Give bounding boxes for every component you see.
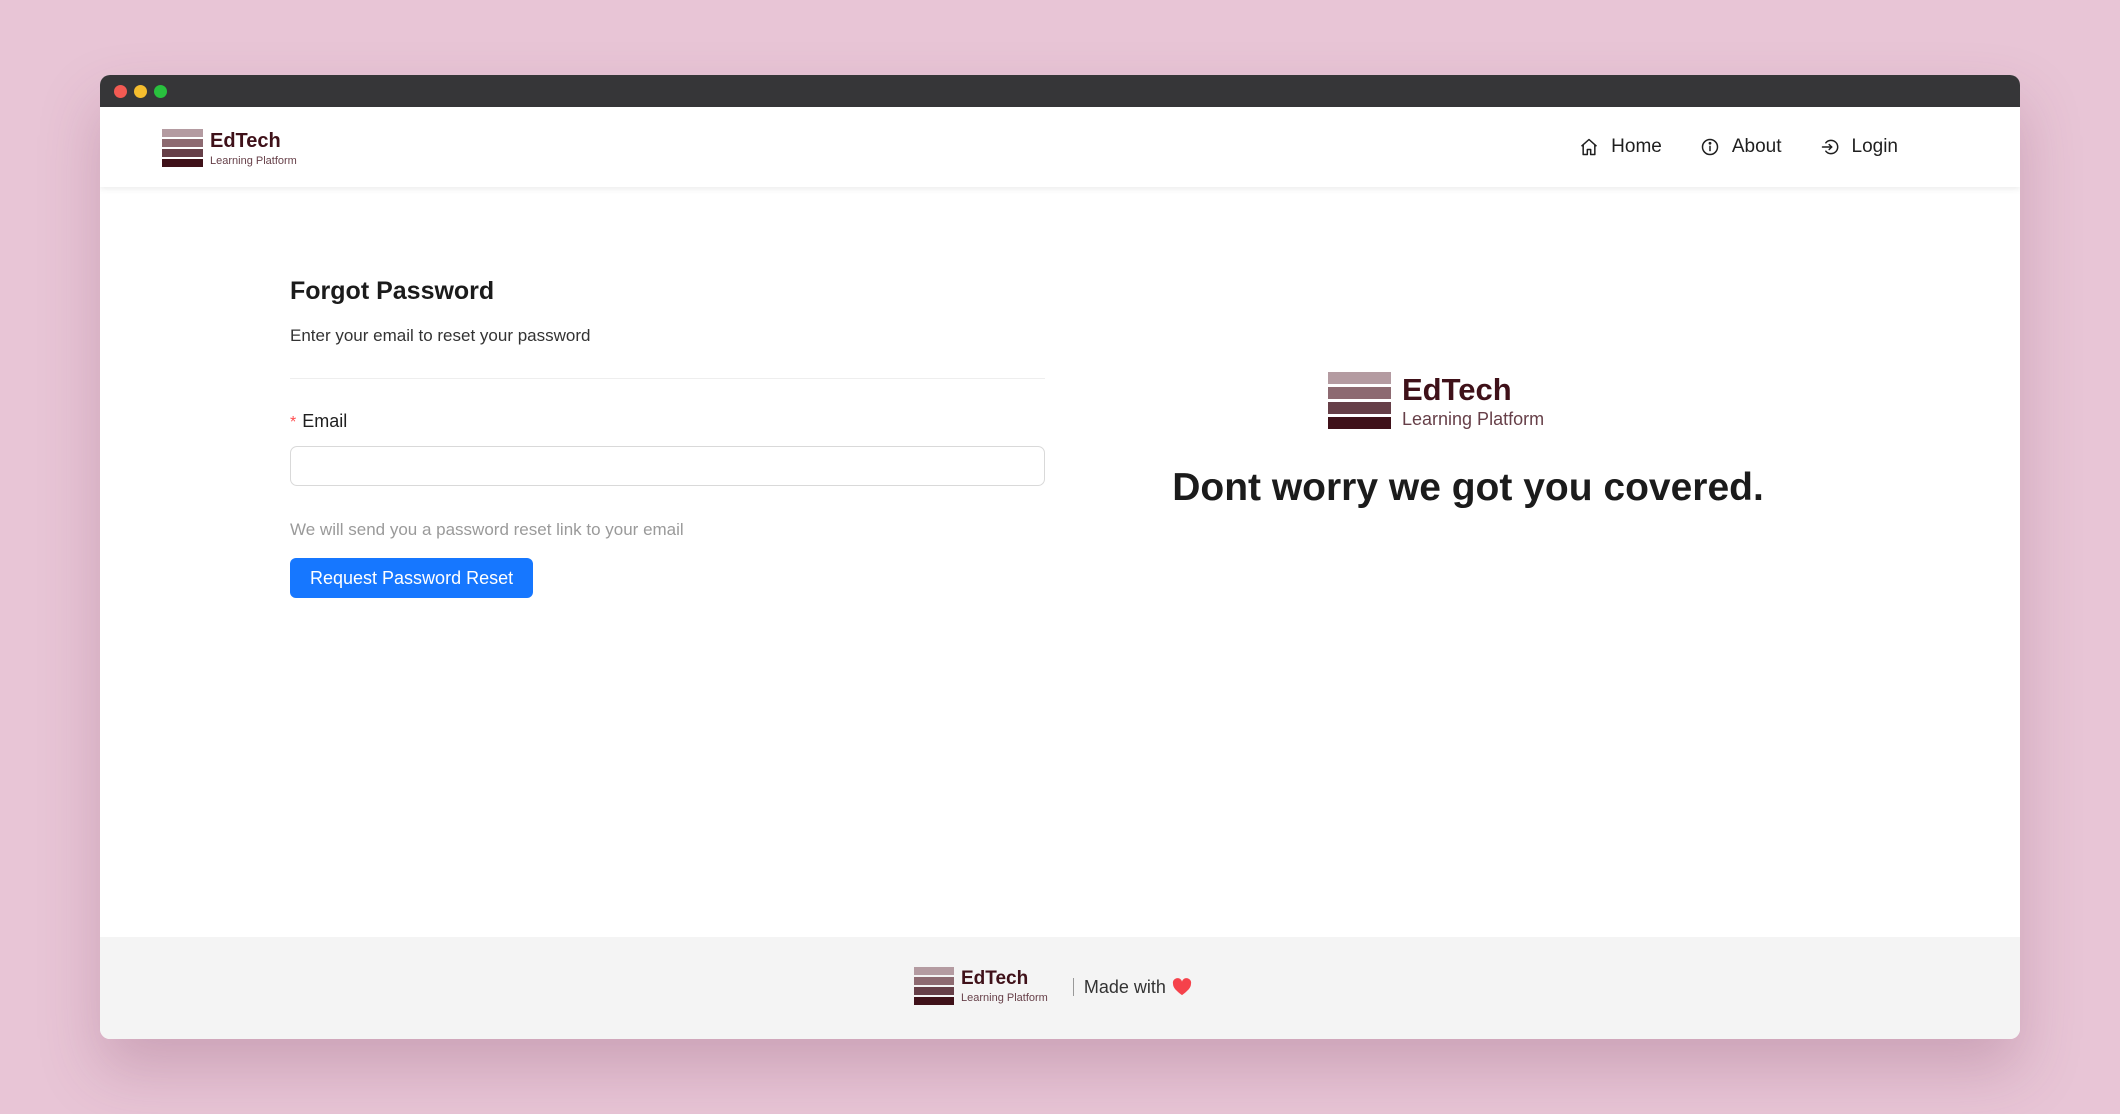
- email-hint: We will send you a password reset link t…: [290, 520, 684, 539]
- form-title: Forgot Password: [290, 277, 495, 305]
- heart-icon: [1172, 978, 1191, 996]
- logo-tagline: Learning Platform: [210, 154, 297, 167]
- hero-logo-tagline: Learning Platform: [1402, 409, 1545, 429]
- form-divider: [290, 378, 1045, 379]
- logo-mark-icon: [914, 967, 954, 1007]
- window-titlebar: [100, 75, 2020, 107]
- hero-logo: EdTech Learning Platform: [1328, 372, 1544, 432]
- forgot-password-form: Forgot Password Enter your email to rese…: [290, 277, 1045, 598]
- email-label: * Email: [290, 411, 1045, 432]
- navbar: EdTech Learning Platform Home About Logi…: [100, 107, 2020, 187]
- logo-brand: EdTech: [210, 129, 281, 152]
- nav-login-link[interactable]: Login: [1820, 136, 1899, 158]
- home-icon: [1581, 138, 1598, 156]
- nav-links: Home About Login: [1541, 107, 1898, 187]
- maximize-window-button[interactable]: [154, 85, 167, 98]
- request-password-reset-button[interactable]: Request Password Reset: [290, 558, 534, 598]
- footer-separator: [1072, 978, 1074, 996]
- logo-mark-icon: [1328, 372, 1391, 432]
- nav-about-link[interactable]: About: [1700, 136, 1782, 158]
- form-subtitle: Enter your email to reset your password: [290, 326, 591, 345]
- made-with-text: Made with: [1083, 976, 1166, 997]
- browser-window: EdTech Learning Platform Home About Logi…: [100, 75, 2020, 1039]
- required-marker: *: [290, 414, 297, 431]
- hero-logo-brand: EdTech: [1402, 372, 1512, 407]
- footer: EdTech Learning Platform Made with: [100, 937, 2020, 1039]
- footer-logo-brand: EdTech: [961, 968, 1029, 989]
- minimize-window-button[interactable]: [134, 85, 147, 98]
- logo-mark-icon: [162, 129, 203, 169]
- info-icon: [1701, 138, 1719, 156]
- nav-login-label: Login: [1851, 136, 1899, 157]
- navbar-logo[interactable]: EdTech Learning Platform: [162, 129, 297, 169]
- login-icon: [1821, 139, 1838, 155]
- footer-logo-tagline: Learning Platform: [961, 992, 1048, 1004]
- nav-about-label: About: [1731, 136, 1782, 157]
- close-window-button[interactable]: [114, 85, 127, 98]
- main-content: Forgot Password Enter your email to rese…: [100, 187, 2020, 937]
- footer-logo[interactable]: EdTech Learning Platform: [914, 967, 1048, 1007]
- nav-home-label: Home: [1611, 136, 1662, 157]
- email-label-text: Email: [302, 411, 348, 431]
- email-field[interactable]: [290, 446, 1045, 486]
- nav-home-link[interactable]: Home: [1579, 136, 1662, 158]
- hero-headline: Dont worry we got you covered.: [1172, 466, 1764, 509]
